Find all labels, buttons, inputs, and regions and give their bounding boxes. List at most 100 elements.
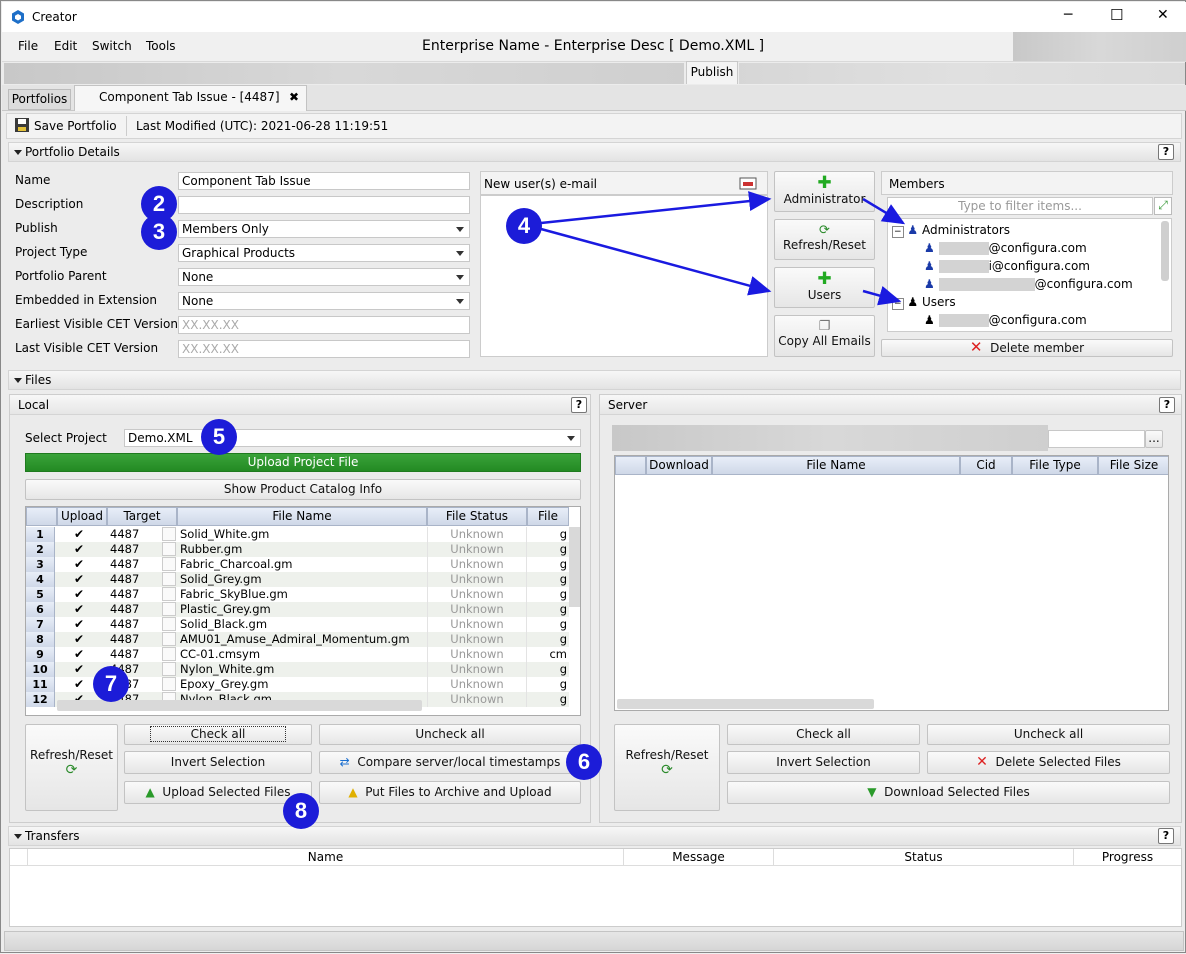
tab-component[interactable]: Component Tab Issue - [4487] ✖	[74, 85, 307, 111]
tree-node-administrators[interactable]: − ♟ Administrators	[892, 223, 1010, 238]
upload-selected-files-button[interactable]: ▲ Upload Selected Files	[124, 781, 312, 804]
local-refresh-reset-button[interactable]: Refresh/Reset ⟳	[25, 724, 118, 811]
target-dropdown[interactable]	[162, 587, 176, 601]
user-member-1[interactable]: ♟ @configura.com	[924, 313, 1087, 327]
address-book-icon[interactable]	[739, 176, 757, 190]
upload-checkbox[interactable]: ✔	[74, 557, 84, 572]
transfers-header[interactable]: Transfers	[8, 826, 1181, 846]
delete-member-button[interactable]: ✕ Delete member	[881, 339, 1173, 357]
target-dropdown[interactable]	[162, 617, 176, 631]
admin-member-2[interactable]: ♟ i@configura.com	[924, 259, 1090, 273]
upload-checkbox[interactable]: ✔	[74, 542, 84, 557]
target-dropdown[interactable]	[162, 662, 176, 676]
upload-checkbox[interactable]: ✔	[74, 602, 84, 617]
local-uncheck-all-button[interactable]: Uncheck all	[319, 724, 581, 745]
target-dropdown[interactable]	[162, 557, 176, 571]
table-row[interactable]: 3 ✔ 4487 Fabric_Charcoal.gm Unknown g	[26, 557, 569, 572]
collapse-icon[interactable]: −	[892, 226, 904, 238]
tree-node-users[interactable]: − ♟ Users	[892, 295, 956, 310]
help-button[interactable]: ?	[571, 397, 587, 413]
tab-publish[interactable]: Publish	[686, 61, 738, 84]
upload-checkbox[interactable]: ✔	[74, 572, 84, 587]
target-dropdown[interactable]	[162, 527, 176, 541]
tab-portfolios[interactable]: Portfolios	[8, 89, 71, 110]
local-grid-vscroll[interactable]	[569, 527, 580, 607]
server-path-field[interactable]	[1048, 430, 1145, 448]
copy-all-emails-button[interactable]: ❐ Copy All Emails	[774, 315, 875, 357]
server-grid-hscroll[interactable]	[617, 699, 874, 709]
earliest-version-field[interactable]: XX.XX.XX	[178, 316, 470, 334]
upload-checkbox[interactable]: ✔	[74, 527, 84, 542]
name-field[interactable]: Component Tab Issue	[178, 172, 470, 190]
files-header[interactable]: Files	[8, 370, 1181, 390]
table-row[interactable]: 6 ✔ 4487 Plastic_Grey.gm Unknown g	[26, 602, 569, 617]
column-download[interactable]: Download	[646, 456, 712, 475]
column-target[interactable]: Target	[107, 507, 177, 526]
table-row[interactable]: 9 ✔ 4487 CC-01.cmsym Unknown cm	[26, 647, 569, 662]
select-project-dropdown[interactable]: Demo.XML	[124, 429, 581, 447]
local-invert-selection-button[interactable]: Invert Selection	[124, 751, 312, 774]
tab-close-icon[interactable]: ✖	[289, 86, 299, 108]
upload-project-file-button[interactable]: Upload Project File	[25, 453, 581, 472]
server-refresh-reset-button[interactable]: Refresh/Reset ⟳	[614, 724, 720, 811]
close-window-button[interactable]: ✕	[1157, 7, 1169, 23]
download-selected-files-button[interactable]: ▼ Download Selected Files	[727, 781, 1170, 804]
menu-tools[interactable]: Tools	[146, 39, 176, 53]
embedded-extension-select[interactable]: None	[178, 292, 470, 310]
upload-checkbox[interactable]: ✔	[74, 617, 84, 632]
column-file-type[interactable]: File Type	[1012, 456, 1098, 475]
column-server-file-name[interactable]: File Name	[712, 456, 960, 475]
delete-selected-files-button[interactable]: ✕ Delete Selected Files	[927, 751, 1170, 774]
upload-checkbox[interactable]: ✔	[74, 632, 84, 647]
members-filter-input[interactable]: Type to filter items...	[887, 197, 1153, 215]
table-row[interactable]: 5 ✔ 4487 Fabric_SkyBlue.gm Unknown g	[26, 587, 569, 602]
target-dropdown[interactable]	[162, 632, 176, 646]
admin-member-1[interactable]: ♟ @configura.com	[924, 241, 1087, 255]
show-product-catalog-button[interactable]: Show Product Catalog Info	[25, 479, 581, 500]
column-transfer-message[interactable]: Message	[624, 849, 774, 866]
admin-member-3[interactable]: ♟ @configura.com	[924, 277, 1133, 291]
target-dropdown[interactable]	[162, 542, 176, 556]
add-administrator-button[interactable]: ✚ Administrator	[774, 171, 875, 212]
project-type-select[interactable]: Graphical Products	[178, 244, 470, 262]
server-invert-selection-button[interactable]: Invert Selection	[727, 751, 920, 774]
archive-and-upload-button[interactable]: ▲ Put Files to Archive and Upload	[319, 781, 581, 804]
upload-checkbox[interactable]: ✔	[74, 662, 84, 677]
target-dropdown[interactable]	[162, 647, 176, 661]
table-row[interactable]: 7 ✔ 4487 Solid_Black.gm Unknown g	[26, 617, 569, 632]
server-browse-button[interactable]: ...	[1145, 430, 1163, 448]
target-dropdown[interactable]	[162, 572, 176, 586]
help-button[interactable]: ?	[1159, 397, 1175, 413]
help-button[interactable]: ?	[1158, 828, 1174, 844]
column-file-name[interactable]: File Name	[177, 507, 427, 526]
upload-checkbox[interactable]: ✔	[74, 587, 84, 602]
upload-checkbox[interactable]: ✔	[74, 647, 84, 662]
refresh-reset-members-button[interactable]: ⟳ Refresh/Reset	[774, 219, 875, 260]
table-row[interactable]: 4 ✔ 4487 Solid_Grey.gm Unknown g	[26, 572, 569, 587]
target-dropdown[interactable]	[162, 677, 176, 691]
help-button[interactable]: ?	[1158, 144, 1174, 160]
column-transfer-name[interactable]: Name	[28, 849, 624, 866]
menu-edit[interactable]: Edit	[54, 39, 77, 53]
table-row[interactable]: 2 ✔ 4487 Rubber.gm Unknown g	[26, 542, 569, 557]
column-transfer-status[interactable]: Status	[774, 849, 1074, 866]
portfolio-details-header[interactable]: Portfolio Details	[8, 142, 1181, 162]
local-check-all-button[interactable]: Check all	[124, 724, 312, 745]
menu-switch[interactable]: Switch	[92, 39, 132, 53]
expand-icon[interactable]: ⤢	[1154, 197, 1172, 215]
table-row[interactable]: 8 ✔ 4487 AMU01_Amuse_Admiral_Momentum.gm Unk…	[26, 632, 569, 647]
save-portfolio-button[interactable]: Save Portfolio	[34, 119, 117, 133]
column-file-size[interactable]: File Size	[1098, 456, 1168, 475]
column-file-status[interactable]: File Status	[427, 507, 527, 526]
column-transfer-progress[interactable]: Progress	[1074, 849, 1181, 866]
server-check-all-button[interactable]: Check all	[727, 724, 920, 745]
column-file-ext[interactable]: File	[527, 507, 569, 526]
description-field[interactable]	[178, 196, 470, 214]
maximize-button[interactable]: ☐	[1110, 6, 1123, 24]
members-scrollbar[interactable]	[1161, 221, 1169, 281]
minimize-button[interactable]: ─	[1064, 7, 1072, 23]
server-uncheck-all-button[interactable]: Uncheck all	[927, 724, 1170, 745]
portfolio-parent-select[interactable]: None	[178, 268, 470, 286]
target-dropdown[interactable]	[162, 602, 176, 616]
menu-file[interactable]: File	[18, 39, 38, 53]
